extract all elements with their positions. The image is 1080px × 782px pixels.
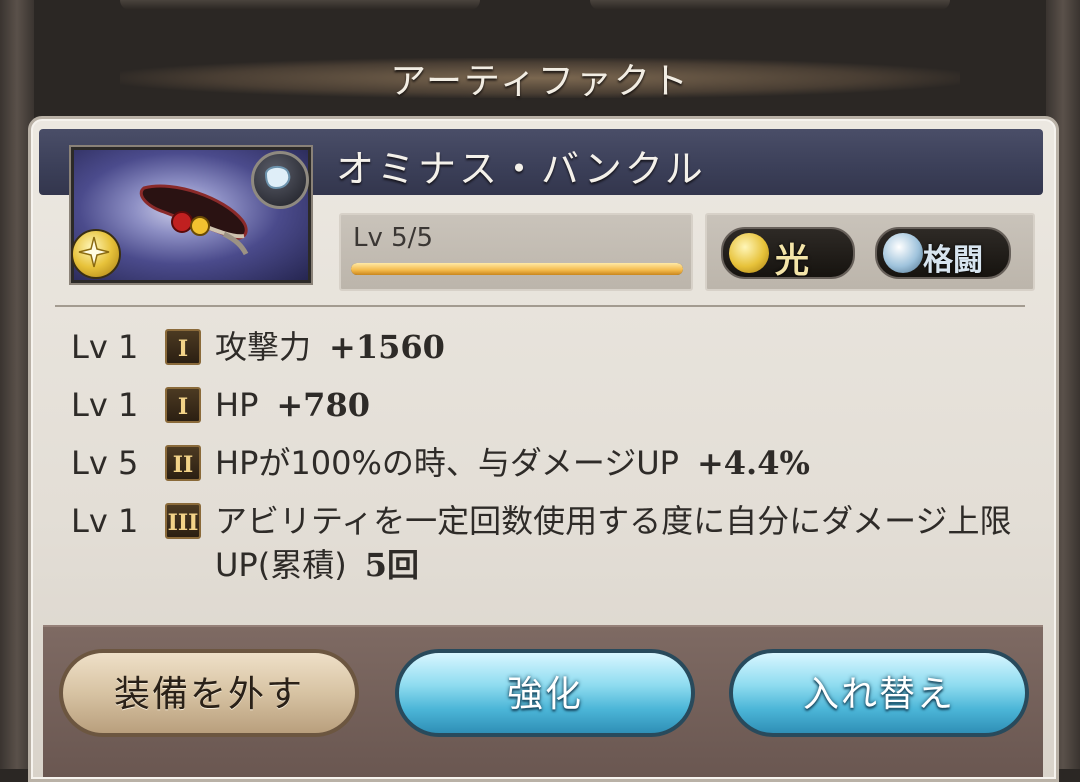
skill-level: Lv 1 [71,328,139,366]
skill-row: Lv 5 II HPが100%の時、与ダメージUP +4.4% [71,441,1031,485]
page-title: アーティファクト [390,61,690,102]
skill-value: +780 [276,386,370,424]
skill-list: Lv 1 I 攻撃力 +1560 Lv 1 I HP +780 Lv 5 II HP… [71,325,1031,601]
rank-badge: II [165,445,201,481]
skill-row: Lv 1 I HP +780 [71,383,1031,427]
skill-level: Lv 1 [71,386,139,424]
skill-value: +4.4% [696,444,810,482]
level-box: Lv 5/5 [339,213,693,291]
divider [55,305,1025,307]
weapon-type-tag: 格闘 [875,227,1011,279]
level-progress-bar [351,263,683,275]
rank-badge: III [165,503,201,539]
skill-description: HP +780 [215,383,1031,427]
weapon-type-label: 格闘 [923,243,983,278]
light-element-icon [71,229,121,279]
light-element-icon [729,233,769,273]
skill-text: アビリティを一定回数使用する度に自分にダメージ上限UP(累積) [215,502,1012,584]
skill-value: 5回 [364,546,419,584]
skill-value: +1560 [329,328,445,366]
element-tag: 光 [721,227,855,281]
top-frame-left [120,0,480,10]
level-progress-fill [351,263,683,275]
swap-button[interactable]: 入れ替え [729,649,1029,737]
skill-row: Lv 1 III アビリティを一定回数使用する度に自分にダメージ上限UP(累積)… [71,499,1031,587]
skill-description: HPが100%の時、与ダメージUP +4.4% [215,441,1031,485]
skill-text: HPが100%の時、与ダメージUP [215,444,679,482]
top-frame-right [590,0,950,10]
skill-text: 攻撃力 [215,328,312,366]
upgrade-button[interactable]: 強化 [395,649,695,737]
skill-description: アビリティを一定回数使用する度に自分にダメージ上限UP(累積) 5回 [215,499,1031,587]
skill-row: Lv 1 I 攻撃力 +1560 [71,325,1031,369]
artifact-name: オミナス・バンクル [336,147,706,191]
gauntlet-icon [883,233,923,273]
element-label: 光 [775,241,809,281]
level-text: Lv 5/5 [353,223,433,253]
skill-level: Lv 1 [71,502,139,540]
skill-text: HP [215,386,259,424]
unequip-button[interactable]: 装備を外す [59,649,359,737]
artifact-panel: オミナス・バンクル Lv 5/5 光 格闘 Lv 1 I 攻撃力 +1560 L… [28,116,1059,782]
attribute-tags: 光 格闘 [705,213,1035,291]
rank-badge: I [165,387,201,423]
weapon-type-badge-icon [251,151,309,209]
skill-description: 攻撃力 +1560 [215,325,1031,369]
skill-level: Lv 5 [71,444,139,482]
rank-badge: I [165,329,201,365]
button-bar: 装備を外す 強化 入れ替え [43,625,1043,777]
